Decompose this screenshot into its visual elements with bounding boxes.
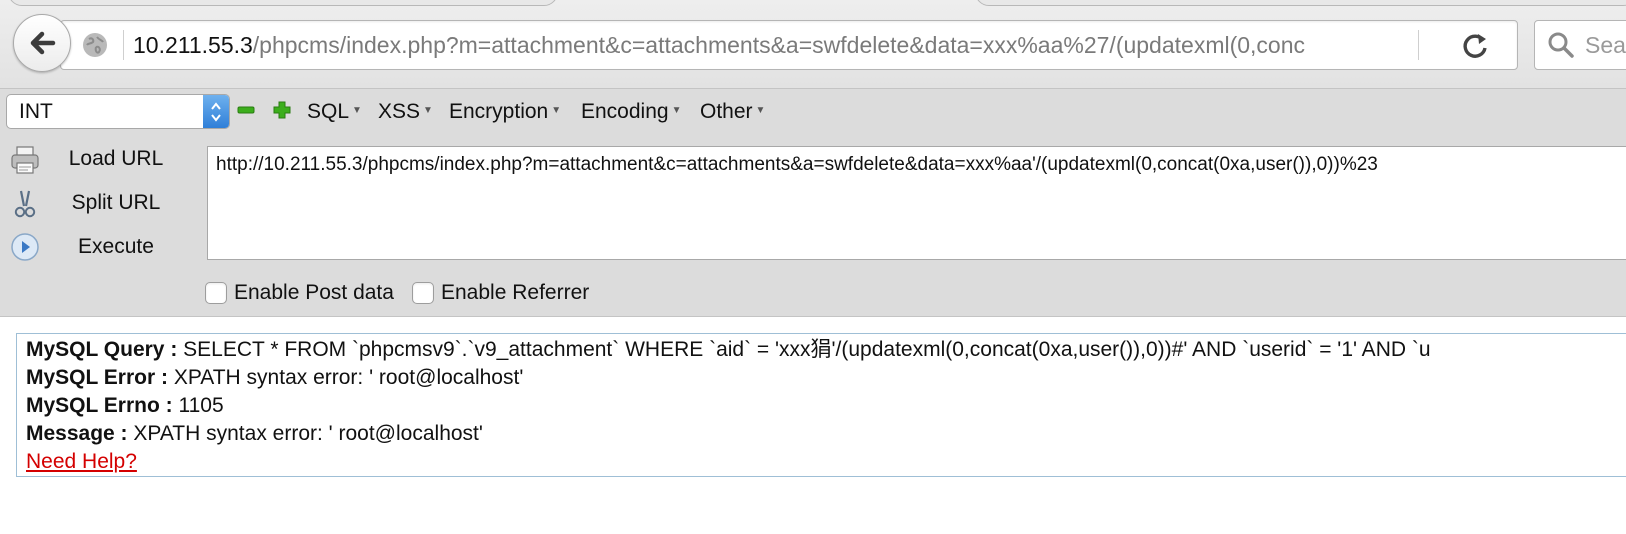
globe-icon — [83, 33, 107, 57]
enable-post-label[interactable]: Enable Post data — [234, 281, 394, 305]
injection-type-select[interactable]: INT — [6, 94, 230, 129]
address-separator-right — [1418, 30, 1419, 60]
menu-encryption[interactable]: Encryption ▼ — [449, 89, 561, 133]
back-button[interactable] — [13, 14, 71, 72]
injection-type-value: INT — [19, 100, 53, 123]
menu-other-label: Other — [700, 100, 753, 123]
url-textarea[interactable]: http://10.211.55.3/phpcms/index.php?m=at… — [207, 146, 1626, 260]
tab-left[interactable] — [8, 0, 558, 6]
search-placeholder: Sea — [1585, 32, 1626, 58]
errno-label: MySQL Errno : — [26, 394, 173, 417]
select-arrows-icon — [203, 95, 229, 128]
error-value: XPATH syntax error: ' root@localhost' — [173, 366, 524, 389]
address-path: /phpcms/index.php?m=attachment&c=attachm… — [252, 32, 1306, 58]
scissors-icon — [14, 190, 36, 218]
hackbar-panel: INT SQL ▼ XSS ▼ Encryption ▼ Encoding ▼ Othe… — [0, 89, 1626, 317]
menu-encoding-label: Encoding — [581, 100, 669, 123]
menu-sql[interactable]: SQL ▼ — [307, 89, 362, 133]
errno-line: MySQL Errno : 1105 — [26, 393, 224, 419]
execute-button[interactable]: Execute — [56, 230, 176, 264]
address-host: 10.211.55.3 — [133, 32, 253, 58]
plus-icon[interactable] — [273, 101, 291, 119]
reload-icon[interactable] — [1461, 31, 1491, 61]
enable-referrer-checkbox[interactable] — [412, 282, 434, 304]
enable-post-checkbox[interactable] — [205, 282, 227, 304]
query-line: MySQL Query : SELECT * FROM `phpcmsv9`.`… — [26, 337, 1431, 363]
message-label: Message : — [26, 422, 128, 445]
menu-other[interactable]: Other ▼ — [700, 89, 765, 133]
arrow-left-icon — [30, 31, 56, 55]
message-line: Message : XPATH syntax error: ' root@loc… — [26, 421, 483, 447]
menu-xss[interactable]: XSS ▼ — [378, 89, 433, 133]
browser-toolbar: 10.211.55.3/phpcms/index.php?m=attachmen… — [0, 0, 1626, 89]
caret-down-icon: ▼ — [671, 105, 682, 116]
menu-xss-label: XSS — [378, 100, 421, 123]
address-separator — [123, 30, 124, 60]
query-label: MySQL Query : — [26, 338, 178, 361]
tab-right[interactable] — [975, 0, 1626, 6]
printer-icon — [11, 146, 39, 174]
address-bar[interactable]: 10.211.55.3/phpcms/index.php?m=attachmen… — [60, 20, 1518, 70]
error-line: MySQL Error : XPATH syntax error: ' root… — [26, 365, 523, 391]
magnifier-icon — [1548, 32, 1574, 58]
help-line: Need Help? — [26, 449, 137, 475]
caret-down-icon: ▼ — [755, 105, 766, 116]
split-url-button[interactable]: Split URL — [56, 186, 176, 220]
caret-down-icon: ▼ — [423, 105, 433, 116]
message-value: XPATH syntax error: ' root@localhost' — [133, 422, 483, 445]
menu-encoding[interactable]: Encoding ▼ — [581, 89, 681, 133]
enable-referrer-label[interactable]: Enable Referrer — [441, 281, 589, 305]
query-value: SELECT * FROM `phpcmsv9`.`v9_attachment`… — [183, 338, 1431, 361]
search-bar[interactable]: Sea — [1534, 20, 1626, 70]
errno-value: 1105 — [178, 394, 224, 417]
caret-down-icon: ▼ — [551, 105, 562, 116]
error-label: MySQL Error : — [26, 366, 168, 389]
address-text[interactable]: 10.211.55.3/phpcms/index.php?m=attachmen… — [133, 21, 1363, 69]
minus-icon[interactable] — [237, 101, 255, 119]
play-icon — [11, 233, 39, 261]
caret-down-icon: ▼ — [352, 105, 362, 116]
menu-sql-label: SQL — [307, 100, 350, 123]
mysql-error-box: MySQL Query : SELECT * FROM `phpcmsv9`.`… — [16, 333, 1626, 477]
menu-encryption-label: Encryption — [449, 100, 549, 123]
load-url-button[interactable]: Load URL — [56, 142, 176, 176]
need-help-link[interactable]: Need Help? — [26, 450, 137, 473]
